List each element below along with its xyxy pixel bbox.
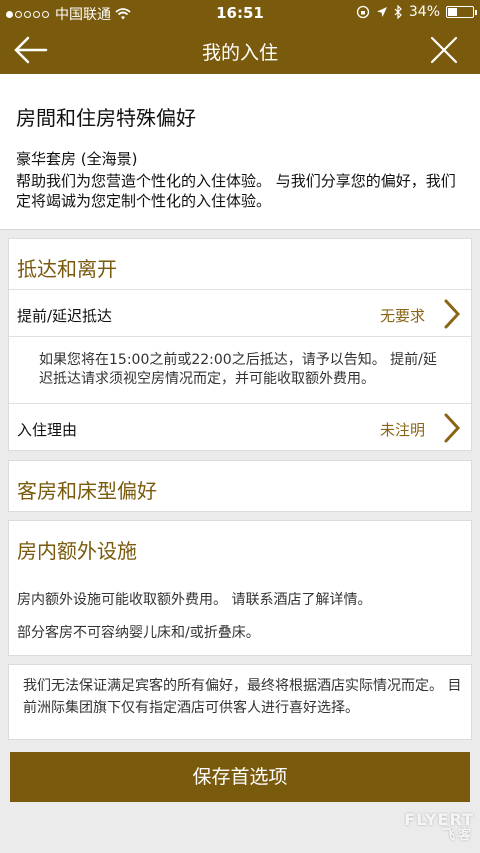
watermark-brand: FLYERT [404,810,474,829]
disclaimer-text: 我们无法保证满足宾客的所有偏好，最终将根据酒店实际情况而定。 目前洲际集团旗下仅… [23,678,462,716]
stay-reason-label: 入住理由 [17,421,78,439]
arrival-departure-card: 抵达和离开 提前/延迟抵达 无要求 如果您将在15:00之前或22:00之后抵达… [8,238,472,451]
early-late-value: 无要求 [379,307,425,325]
close-icon[interactable] [428,34,460,66]
chevron-right-icon [444,413,461,443]
early-late-label: 提前/延迟抵达 [17,307,113,325]
arrival-section-title: 抵达和离开 [17,257,117,281]
stay-reason-value: 未注明 [379,421,425,439]
preferences-intro: 房間和住房特殊偏好 豪华套房 (全海景) 帮助我们为您营造个性化的入住体验。 与… [0,74,480,230]
watermark-logo: FLYERT 飞客 [404,812,474,844]
lock-rotation-icon [356,5,370,19]
amenities-note-fee: 房内额外设施可能收取额外费用。 请联系酒店了解详情。 [17,592,372,608]
status-right: 34% [356,4,477,20]
intro-heading: 房間和住房特殊偏好 [16,106,196,130]
amenities-note-crib: 部分客房不可容纳婴儿床和/或折叠床。 [17,625,260,641]
page-title: 我的入住 [201,42,278,64]
early-late-arrival-row[interactable]: 提前/延迟抵达 无要求 [9,289,471,337]
disclaimer-card: 我们无法保证满足宾客的所有偏好，最终将根据酒店实际情况而定。 目前洲际集团旗下仅… [8,664,472,740]
location-arrow-icon [376,7,387,17]
status-bar: 中国联通 16:51 34% [0,0,480,26]
stay-reason-row[interactable]: 入住理由 未注明 [9,403,471,451]
battery-percent: 34% [408,4,440,20]
battery-icon [446,6,477,18]
arrival-note: 如果您将在15:00之前或22:00之后抵达，请予以告知。 提前/延迟抵达请求须… [39,352,437,387]
bluetooth-icon [394,5,402,19]
chevron-right-icon [444,299,461,329]
room-type: 豪华套房 (全海景) [16,150,138,168]
intro-description: 帮助我们为您营造个性化的入住体验。 与我们分享您的偏好，我们定将竭诚为您定制个性… [16,172,456,210]
save-preferences-button[interactable]: 保存首选项 [10,752,470,802]
nav-bar: 我的入住 [0,26,480,74]
room-bed-section-title: 客房和床型偏好 [17,479,157,503]
room-bed-preference-card[interactable]: 客房和床型偏好 [8,460,472,512]
amenities-section-title: 房内额外设施 [17,539,137,563]
room-amenities-card: 房内额外设施 房内额外设施可能收取额外费用。 请联系酒店了解详情。 部分客房不可… [8,520,472,656]
watermark-sub: 飞客 [441,828,474,843]
